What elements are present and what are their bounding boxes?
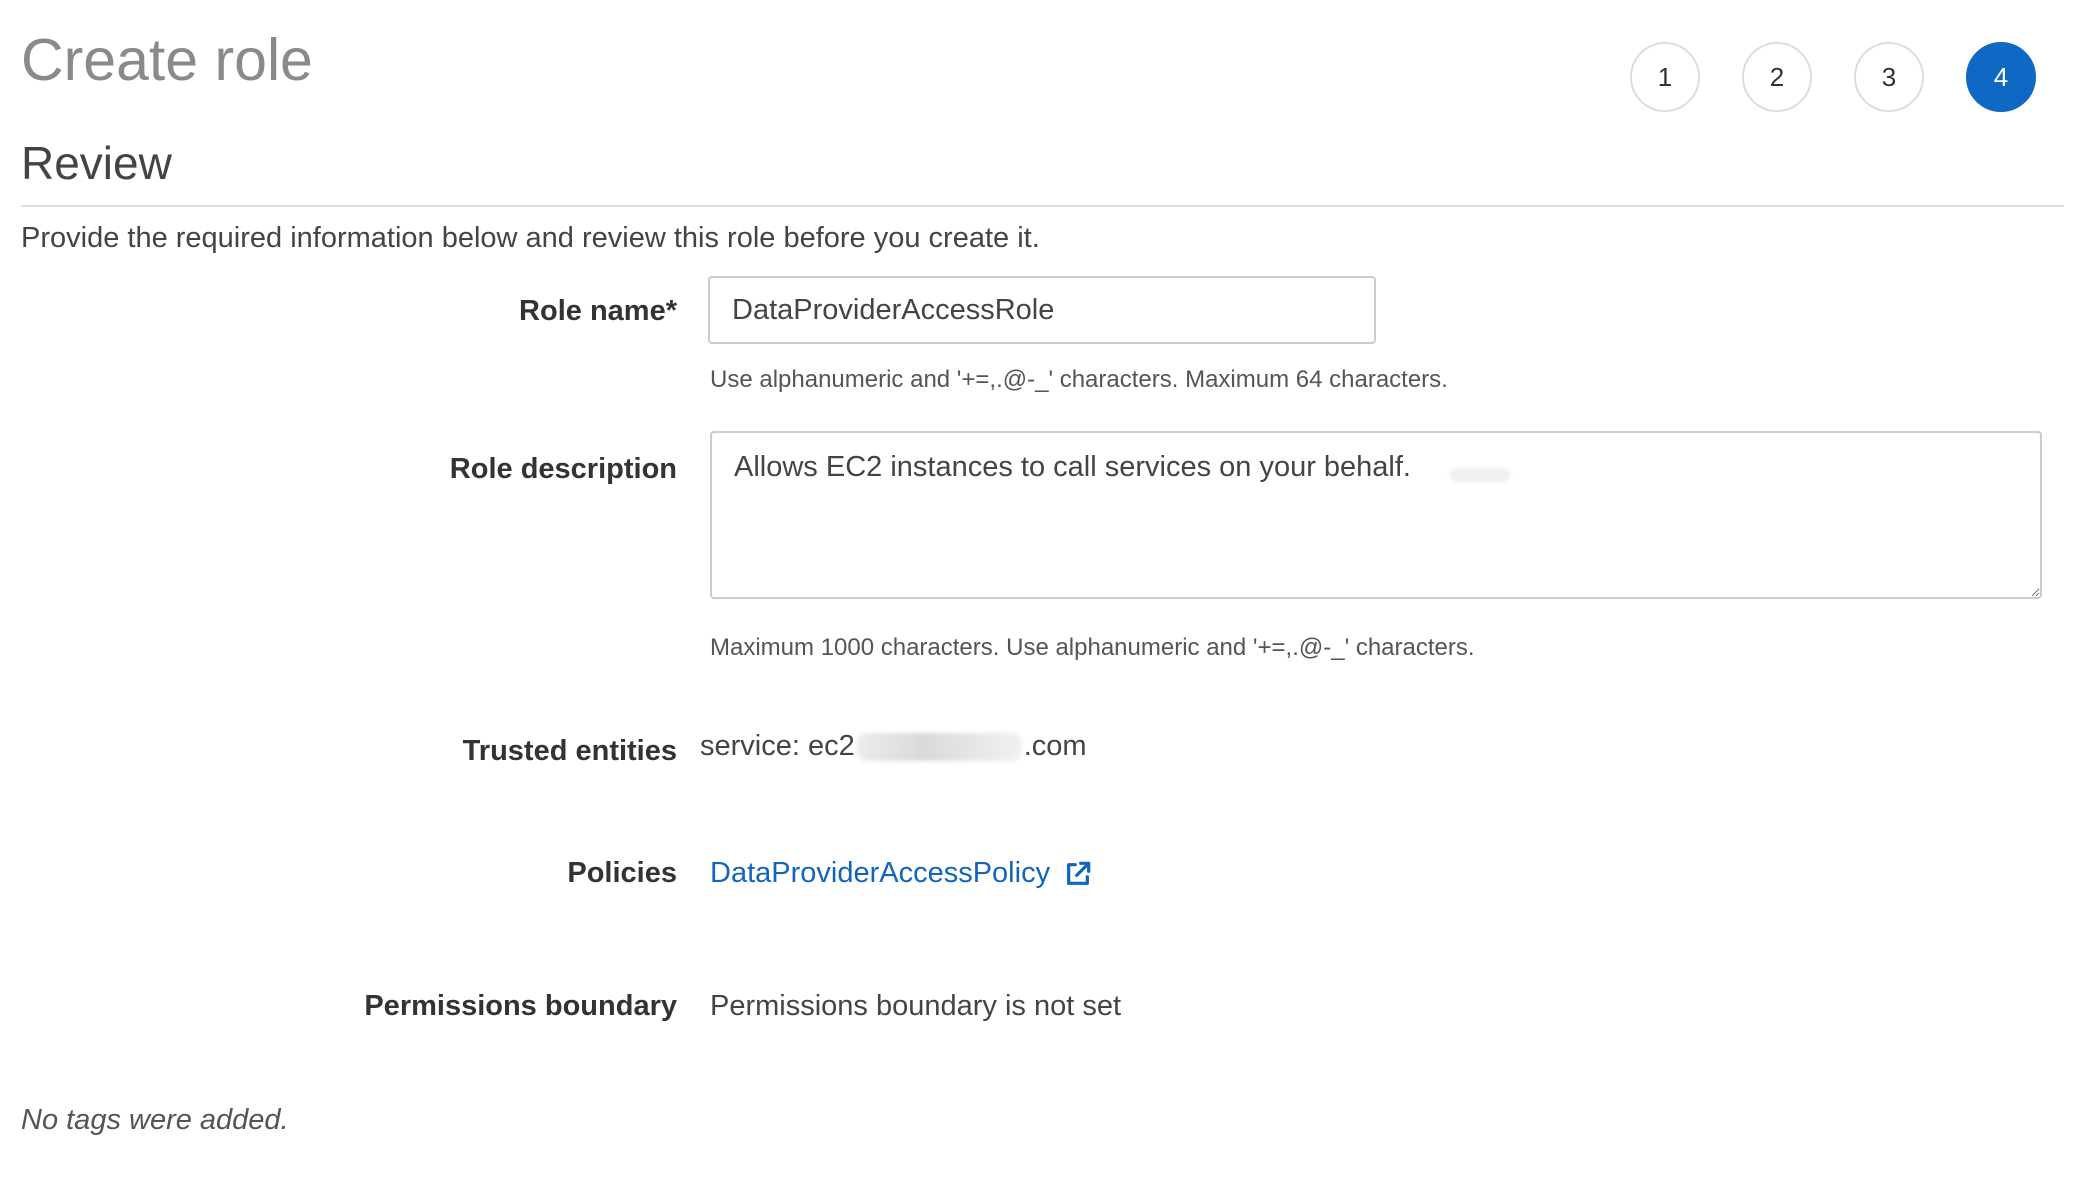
intro-text: Provide the required information below a… xyxy=(21,222,1040,254)
step-indicator: 1 2 3 4 xyxy=(1630,42,2044,116)
step-4-active: 4 xyxy=(1966,42,2036,112)
page-title: Create role xyxy=(21,27,313,93)
step-2[interactable]: 2 xyxy=(1742,42,1812,112)
step-3[interactable]: 3 xyxy=(1854,42,1924,112)
policy-link[interactable]: DataProviderAccessPolicy xyxy=(710,857,1094,890)
role-name-hint: Use alphanumeric and '+=,.@-_' character… xyxy=(710,366,1448,393)
trusted-entities-value: service: ec2 .com xyxy=(700,730,1087,763)
permissions-boundary-label: Permissions boundary xyxy=(364,990,677,1022)
external-link-icon xyxy=(1067,861,1091,885)
role-name-input[interactable] xyxy=(708,276,1376,344)
redacted-region xyxy=(856,732,1022,761)
step-1[interactable]: 1 xyxy=(1630,42,1700,112)
role-description-label: Role description xyxy=(449,453,677,485)
trusted-entities-prefix: service: ec2 xyxy=(700,730,855,762)
role-name-label: Role name* xyxy=(519,295,677,327)
trusted-entities-label: Trusted entities xyxy=(462,735,677,767)
no-tags-note: No tags were added. xyxy=(21,1104,289,1136)
permissions-boundary-value: Permissions boundary is not set xyxy=(710,990,1122,1022)
redacted-region xyxy=(1450,468,1510,482)
section-title: Review xyxy=(21,137,172,189)
role-description-hint: Maximum 1000 characters. Use alphanumeri… xyxy=(710,634,1475,661)
policy-link-text: DataProviderAccessPolicy xyxy=(710,857,1051,889)
section-divider xyxy=(21,205,2064,207)
policies-label: Policies xyxy=(567,857,677,889)
trusted-entities-suffix: .com xyxy=(1023,730,1087,762)
role-description-textarea[interactable]: Allows EC2 instances to call services on… xyxy=(710,431,2042,599)
